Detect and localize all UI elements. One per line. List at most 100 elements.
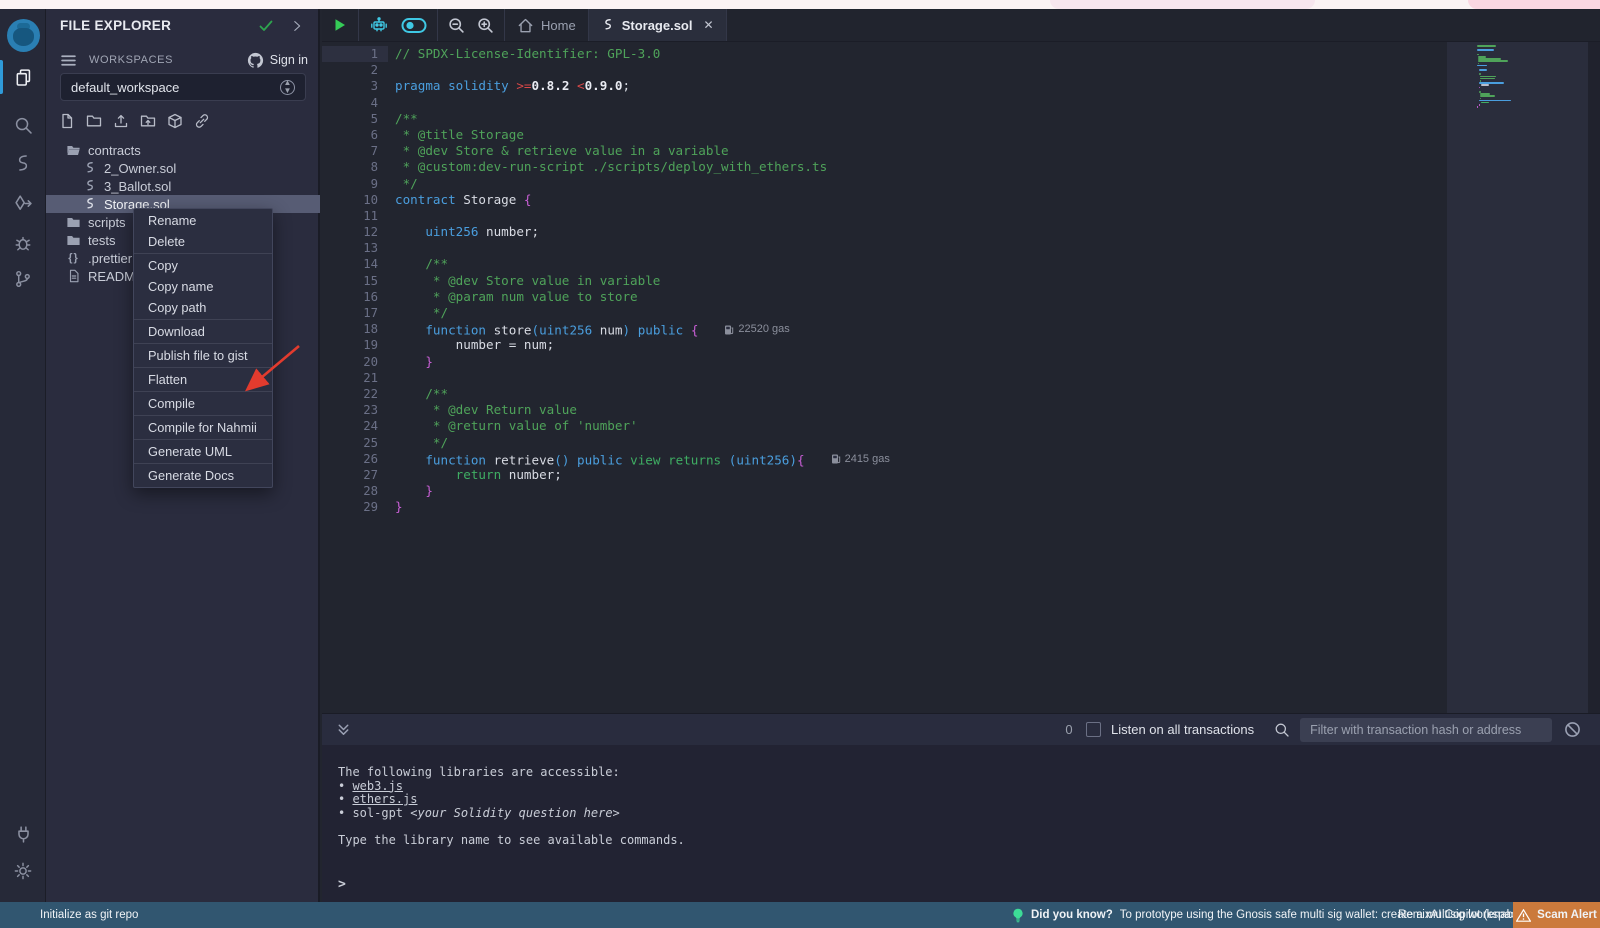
copilot-toggle[interactable]: [401, 17, 427, 34]
menu-divider: [134, 367, 272, 368]
minimap-line: [1478, 63, 1479, 65]
minimap-line: [1480, 78, 1495, 80]
zoom-out-button[interactable]: [448, 17, 465, 34]
terminal-output: The following libraries are accessible:•…: [322, 745, 1600, 902]
clear-console-icon[interactable]: [1564, 721, 1581, 738]
rail-search-icon[interactable]: [0, 106, 46, 144]
line-number: 9: [322, 176, 378, 192]
rail-plugin-manager-icon[interactable]: [0, 815, 46, 853]
terminal-prompt[interactable]: >: [338, 877, 346, 892]
code-line-2: 2: [322, 62, 1447, 78]
menu-item-flatten[interactable]: Flatten: [134, 369, 272, 390]
code-line-3: 3pragma solidity >=0.8.2 <0.9.0;: [322, 78, 1447, 94]
code-line-14: 14 /**: [322, 256, 1447, 272]
line-number: 4: [322, 95, 378, 111]
minimap-line: [1481, 84, 1488, 86]
tree-item-label: 2_Owner.sol: [104, 161, 176, 176]
gas-estimate: 2415 gas: [831, 451, 890, 467]
rail-solidity-compiler-icon[interactable]: [0, 144, 46, 182]
menu-item-generate-docs[interactable]: Generate Docs: [134, 465, 272, 486]
line-number: 10: [322, 192, 378, 208]
tree-item-label: 3_Ballot.sol: [104, 179, 171, 194]
workspace-name: default_workspace: [71, 80, 179, 95]
did-you-know-label: Did you know?: [1031, 909, 1113, 921]
menu-item-download[interactable]: Download: [134, 321, 272, 342]
link-icon[interactable]: [193, 112, 210, 129]
rail-deploy-run-icon[interactable]: [0, 184, 46, 222]
tab-home[interactable]: Home: [505, 9, 589, 41]
minimap-zone[interactable]: [1447, 42, 1588, 713]
code-line-8: 8 * @custom:dev-run-script ./scripts/dep…: [322, 159, 1447, 175]
editor-and-terminal: Home Storage.sol ✕ 1// SPDX-License-Iden…: [322, 9, 1600, 902]
menu-item-generate-uml[interactable]: Generate UML: [134, 441, 272, 462]
listen-transactions-label: Listen on all transactions: [1111, 722, 1254, 737]
line-number: 16: [322, 289, 378, 305]
remix-ide-window: FILE EXPLORER WORKSPACES Sign in default…: [0, 0, 1600, 928]
tree-item-contracts[interactable]: contracts: [46, 141, 320, 159]
warning-icon: [1516, 909, 1531, 922]
rail-settings-icon[interactable]: [0, 852, 46, 890]
line-number: 8: [322, 159, 378, 175]
terminal-search-icon[interactable]: [1274, 722, 1290, 738]
code-line-18: 18 function store(uint256 num) public {2…: [322, 321, 1447, 337]
transaction-filter-input[interactable]: [1300, 718, 1552, 742]
sign-in-button[interactable]: Sign in: [247, 52, 308, 69]
code-line-7: 7 * @dev Store & retrieve value in a var…: [322, 143, 1447, 159]
library-link[interactable]: ethers.js: [352, 792, 417, 806]
listen-transactions-checkbox[interactable]: [1086, 722, 1101, 737]
minimap-line: [1480, 76, 1497, 78]
menu-item-copy-path[interactable]: Copy path: [134, 297, 272, 318]
menu-divider: [134, 439, 272, 440]
terminal-collapse-icon[interactable]: [336, 722, 351, 737]
code-area[interactable]: 1// SPDX-License-Identifier: GPL-3.023pr…: [322, 42, 1447, 713]
menu-item-rename[interactable]: Rename: [134, 210, 272, 231]
code-editor: 1// SPDX-License-Identifier: GPL-3.023pr…: [322, 42, 1600, 713]
tree-item-label: contracts: [88, 143, 141, 158]
rail-file-explorer-icon[interactable]: [0, 58, 46, 96]
tab-storage-sol[interactable]: Storage.sol ✕: [589, 9, 727, 41]
braces-icon: {}: [66, 251, 81, 266]
rail-debugger-icon[interactable]: [0, 224, 46, 262]
code-line-11: 11: [322, 208, 1447, 224]
workspace-cube-icon[interactable]: [166, 112, 183, 129]
line-number: 29: [322, 499, 378, 515]
transaction-count-badge: 0: [1062, 722, 1076, 737]
menu-divider: [134, 391, 272, 392]
rail-git-icon[interactable]: [0, 260, 46, 298]
line-number: 17: [322, 305, 378, 321]
terminal-line: • web3.js: [338, 780, 685, 794]
line-number: 18: [322, 321, 378, 337]
line-number: 28: [322, 483, 378, 499]
init-git-repo-button[interactable]: Initialize as git repo: [40, 909, 138, 921]
code-line-1: 1// SPDX-License-Identifier: GPL-3.0: [322, 46, 1447, 62]
line-number: 25: [322, 435, 378, 451]
menu-item-compile[interactable]: Compile: [134, 393, 272, 414]
menu-item-copy-name[interactable]: Copy name: [134, 276, 272, 297]
scam-alert-button[interactable]: Scam Alert: [1513, 902, 1600, 928]
menu-item-publish-file-to-gist[interactable]: Publish file to gist: [134, 345, 272, 366]
new-folder-icon[interactable]: [85, 112, 102, 129]
chevron-right-icon[interactable]: [290, 19, 304, 33]
menu-item-copy[interactable]: Copy: [134, 255, 272, 276]
solidity-file-icon: [82, 179, 97, 194]
terminal-line: The following libraries are accessible:: [338, 766, 685, 780]
upload-folder-icon[interactable]: [139, 112, 156, 129]
menu-item-compile-for-nahmii[interactable]: Compile for Nahmii: [134, 417, 272, 438]
code-line-29: 29}: [322, 499, 1447, 515]
tree-item-3-ballot-sol[interactable]: 3_Ballot.sol: [46, 177, 320, 195]
zoom-in-button[interactable]: [477, 17, 494, 34]
workspace-select[interactable]: default_workspace ▲▼: [60, 73, 306, 101]
menu-item-delete[interactable]: Delete: [134, 231, 272, 252]
tree-item-label: tests: [88, 233, 115, 248]
ai-copilot-robot-icon[interactable]: [369, 16, 389, 34]
hamburger-menu-icon[interactable]: [60, 52, 77, 69]
code-line-23: 23 * @dev Return value: [322, 402, 1447, 418]
run-script-button[interactable]: [332, 17, 348, 33]
upload-file-icon[interactable]: [112, 112, 129, 129]
terminal-line: [338, 820, 685, 834]
new-file-icon[interactable]: [58, 112, 75, 129]
library-link[interactable]: web3.js: [352, 779, 403, 793]
minimap[interactable]: [1477, 45, 1525, 108]
tree-item-2-owner-sol[interactable]: 2_Owner.sol: [46, 159, 320, 177]
close-tab-icon[interactable]: ✕: [703, 18, 713, 32]
